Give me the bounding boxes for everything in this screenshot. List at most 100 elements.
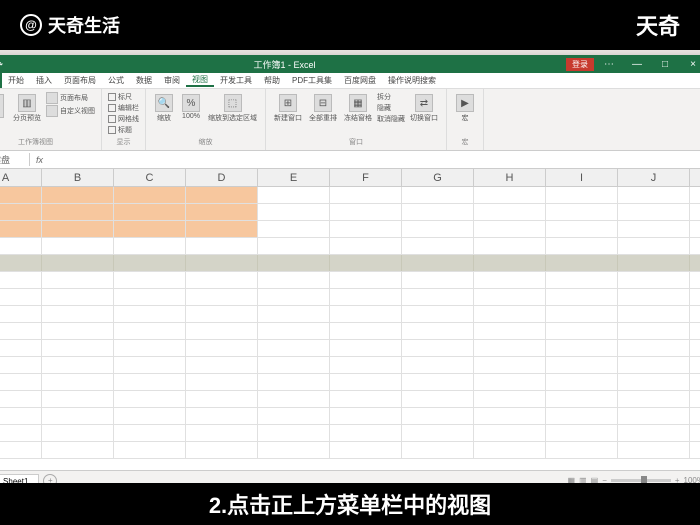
cell[interactable]	[0, 323, 42, 339]
fx-icon[interactable]: fx	[30, 155, 49, 165]
cell[interactable]	[258, 221, 330, 237]
cell[interactable]	[402, 408, 474, 424]
cell[interactable]	[42, 255, 114, 271]
cell[interactable]	[42, 442, 114, 458]
customview-button[interactable]: 自定义视图	[46, 105, 95, 117]
cell[interactable]	[114, 204, 186, 220]
cell[interactable]	[618, 323, 690, 339]
col-header[interactable]: G	[402, 169, 474, 186]
cell[interactable]	[0, 357, 42, 373]
cell[interactable]	[474, 306, 546, 322]
cell[interactable]	[618, 204, 690, 220]
menu-help[interactable]: 帮助	[258, 75, 286, 86]
cell[interactable]	[186, 425, 258, 441]
spreadsheet-grid[interactable]: ABCDEFGHIJ	[0, 169, 700, 479]
cell[interactable]	[330, 425, 402, 441]
cell[interactable]	[0, 255, 42, 271]
menu-formula[interactable]: 公式	[102, 75, 130, 86]
cell[interactable]	[42, 323, 114, 339]
cell[interactable]	[0, 204, 42, 220]
cell[interactable]	[0, 391, 42, 407]
cell[interactable]	[546, 323, 618, 339]
cell[interactable]	[258, 255, 330, 271]
cell[interactable]	[258, 323, 330, 339]
col-header[interactable]: B	[42, 169, 114, 186]
minimize-icon[interactable]: —	[624, 57, 650, 71]
cell[interactable]	[546, 442, 618, 458]
cell[interactable]	[474, 357, 546, 373]
cell[interactable]	[402, 425, 474, 441]
cell[interactable]	[42, 289, 114, 305]
cell[interactable]	[546, 340, 618, 356]
menu-view[interactable]: 视图	[186, 74, 214, 87]
col-header[interactable]: D	[186, 169, 258, 186]
cell[interactable]	[402, 391, 474, 407]
cell[interactable]	[546, 391, 618, 407]
ruler-check[interactable]: 标尺	[108, 92, 139, 102]
cell[interactable]	[258, 357, 330, 373]
unhide-button[interactable]: 取消隐藏	[377, 114, 405, 124]
cell[interactable]	[258, 442, 330, 458]
cell[interactable]	[474, 425, 546, 441]
cell[interactable]	[0, 272, 42, 288]
cell[interactable]	[474, 374, 546, 390]
cell[interactable]	[186, 306, 258, 322]
menu-home[interactable]: 开始	[2, 75, 30, 86]
menu-search[interactable]: 操作说明搜索	[382, 75, 442, 86]
cell[interactable]	[0, 374, 42, 390]
cell[interactable]	[402, 442, 474, 458]
cell[interactable]	[258, 391, 330, 407]
cell[interactable]	[114, 187, 186, 203]
menu-review[interactable]: 审阅	[158, 75, 186, 86]
cell[interactable]	[474, 340, 546, 356]
cell[interactable]	[402, 306, 474, 322]
cell[interactable]	[42, 357, 114, 373]
cell[interactable]	[546, 238, 618, 254]
name-box[interactable]: 方框键盘	[0, 153, 30, 166]
cell[interactable]	[546, 255, 618, 271]
cell[interactable]	[186, 391, 258, 407]
col-header[interactable]: C	[114, 169, 186, 186]
arrange-button[interactable]: ⊟全部重排	[307, 92, 339, 125]
table-row[interactable]	[0, 255, 700, 272]
cell[interactable]	[42, 187, 114, 203]
cell[interactable]	[474, 221, 546, 237]
cell[interactable]	[114, 272, 186, 288]
cell[interactable]	[546, 306, 618, 322]
cell[interactable]	[0, 408, 42, 424]
cell[interactable]	[474, 255, 546, 271]
cell[interactable]	[402, 238, 474, 254]
menu-layout[interactable]: 页面布局	[58, 75, 102, 86]
cell[interactable]	[474, 391, 546, 407]
cell[interactable]	[0, 221, 42, 237]
cell[interactable]	[474, 442, 546, 458]
table-row[interactable]	[0, 408, 700, 425]
cell[interactable]	[402, 357, 474, 373]
zoom-button[interactable]: 🔍缩放	[152, 92, 176, 125]
cell[interactable]	[258, 340, 330, 356]
cell[interactable]	[186, 204, 258, 220]
cell[interactable]	[114, 221, 186, 237]
cell[interactable]	[546, 221, 618, 237]
cell[interactable]	[42, 391, 114, 407]
cell[interactable]	[546, 425, 618, 441]
table-row[interactable]	[0, 374, 700, 391]
cell[interactable]	[402, 204, 474, 220]
cell[interactable]	[114, 323, 186, 339]
cell[interactable]	[402, 323, 474, 339]
table-row[interactable]	[0, 187, 700, 204]
newwin-button[interactable]: ⊞新建窗口	[272, 92, 304, 125]
col-header[interactable]: F	[330, 169, 402, 186]
cell[interactable]	[618, 289, 690, 305]
table-row[interactable]	[0, 323, 700, 340]
cell[interactable]	[114, 238, 186, 254]
table-row[interactable]	[0, 238, 700, 255]
cell[interactable]	[618, 221, 690, 237]
cell[interactable]	[0, 238, 42, 254]
cell[interactable]	[258, 289, 330, 305]
cell[interactable]	[186, 272, 258, 288]
cell[interactable]	[42, 408, 114, 424]
menu-dev[interactable]: 开发工具	[214, 75, 258, 86]
cell[interactable]	[114, 357, 186, 373]
cell[interactable]	[42, 272, 114, 288]
